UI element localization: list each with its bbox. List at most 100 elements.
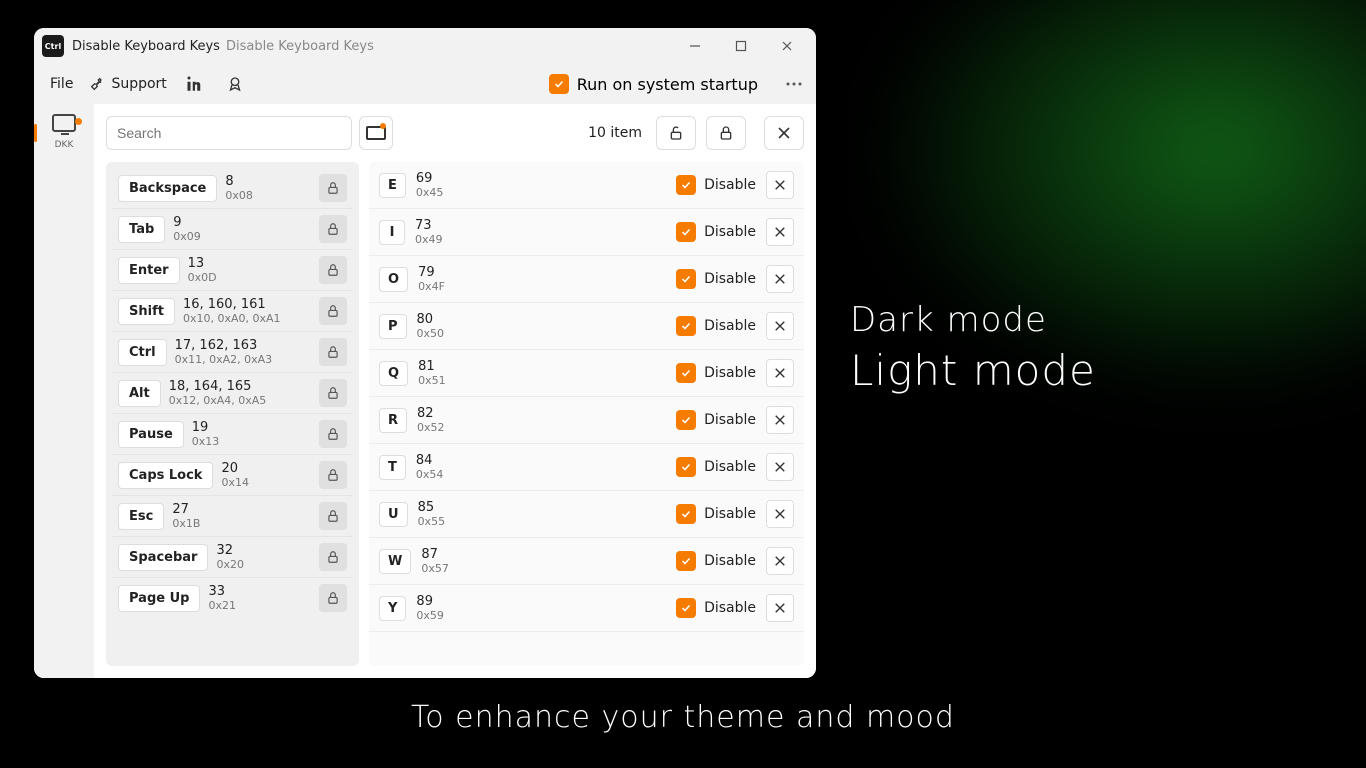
key-code: 89 <box>416 594 666 609</box>
application-window: Ctrl Disable Keyboard Keys Disable Keybo… <box>34 28 816 678</box>
disable-checkbox[interactable] <box>676 504 696 524</box>
minimize-button[interactable] <box>672 30 718 62</box>
app-icon: Ctrl <box>42 35 64 57</box>
more-menu[interactable] <box>782 72 806 96</box>
key-code: 82 <box>417 406 666 421</box>
remove-button[interactable] <box>766 594 794 622</box>
remove-button[interactable] <box>766 171 794 199</box>
remove-button[interactable] <box>766 265 794 293</box>
wrench-icon <box>89 76 105 92</box>
lock-key-button[interactable] <box>319 543 347 571</box>
key-row[interactable]: Pause190x13 <box>112 414 353 455</box>
key-row[interactable]: Enter130x0D <box>112 250 353 291</box>
disable-checkbox[interactable] <box>676 410 696 430</box>
close-icon <box>774 367 786 379</box>
disable-checkbox[interactable] <box>676 457 696 477</box>
maximize-button[interactable] <box>718 30 764 62</box>
lock-icon <box>326 345 340 359</box>
disable-checkbox[interactable] <box>676 222 696 242</box>
light-mode-text: Light mode <box>850 346 1096 395</box>
check-icon <box>553 78 565 90</box>
search-input[interactable] <box>106 116 352 150</box>
key-row[interactable]: Esc270x1B <box>112 496 353 537</box>
disable-checkbox[interactable] <box>676 269 696 289</box>
close-icon <box>774 226 786 238</box>
disabled-keys-list[interactable]: E690x45DisableI730x49DisableO790x4FDisab… <box>369 162 804 666</box>
disable-label: Disable <box>704 600 756 616</box>
file-menu[interactable]: File <box>50 76 73 92</box>
lock-key-button[interactable] <box>319 256 347 284</box>
lock-key-button[interactable] <box>319 502 347 530</box>
key-meta: 80x08 <box>225 174 311 202</box>
disable-label: Disable <box>704 365 756 381</box>
disable-checkbox[interactable] <box>676 316 696 336</box>
lock-key-button[interactable] <box>319 338 347 366</box>
disable-checkbox[interactable] <box>676 551 696 571</box>
key-row[interactable]: Ctrl17, 162, 1630x11, 0xA2, 0xA3 <box>112 332 353 373</box>
key-meta: 18, 164, 1650x12, 0xA4, 0xA5 <box>169 379 311 407</box>
lock-icon <box>326 591 340 605</box>
support-menu[interactable]: Support <box>89 76 166 92</box>
available-keys-list[interactable]: Backspace80x08Tab90x09Enter130x0DShift16… <box>106 162 359 666</box>
keyboard-settings-button[interactable] <box>359 116 393 150</box>
unlock-all-button[interactable] <box>656 116 696 150</box>
key-meta: 130x0D <box>188 256 311 284</box>
lock-key-button[interactable] <box>319 584 347 612</box>
key-row[interactable]: Caps Lock200x14 <box>112 455 353 496</box>
lock-all-button[interactable] <box>706 116 746 150</box>
startup-toggle[interactable]: Run on system startup <box>549 74 758 94</box>
rail-item-dkk[interactable]: DKK <box>36 110 92 154</box>
key-meta: 890x59 <box>416 594 666 622</box>
check-icon <box>680 273 692 285</box>
close-button[interactable] <box>764 30 810 62</box>
lock-key-button[interactable] <box>319 379 347 407</box>
remove-button[interactable] <box>766 547 794 575</box>
key-code: 69 <box>416 171 666 186</box>
startup-checkbox[interactable] <box>549 74 569 94</box>
key-hex: 0x1B <box>172 517 311 530</box>
key-row[interactable]: Alt18, 164, 1650x12, 0xA4, 0xA5 <box>112 373 353 414</box>
disabled-key-row: R820x52Disable <box>369 397 804 444</box>
remove-button[interactable] <box>766 359 794 387</box>
ellipsis-icon <box>786 82 802 86</box>
left-rail: DKK <box>34 104 94 678</box>
key-row[interactable]: Spacebar320x20 <box>112 537 353 578</box>
lock-key-button[interactable] <box>319 297 347 325</box>
key-row[interactable]: Shift16, 160, 1610x10, 0xA0, 0xA1 <box>112 291 353 332</box>
lock-key-button[interactable] <box>319 420 347 448</box>
lock-icon <box>326 550 340 564</box>
remove-button[interactable] <box>766 500 794 528</box>
key-meta: 16, 160, 1610x10, 0xA0, 0xA1 <box>183 297 311 325</box>
lock-key-button[interactable] <box>319 215 347 243</box>
key-name: I <box>379 220 405 245</box>
close-icon <box>774 461 786 473</box>
disable-label: Disable <box>704 459 756 475</box>
remove-button[interactable] <box>766 218 794 246</box>
key-hex: 0x13 <box>192 435 311 448</box>
disable-checkbox[interactable] <box>676 598 696 618</box>
key-meta: 90x09 <box>173 215 311 243</box>
rate-button[interactable] <box>223 72 247 96</box>
lock-key-button[interactable] <box>319 174 347 202</box>
remove-button[interactable] <box>766 453 794 481</box>
disable-checkbox[interactable] <box>676 175 696 195</box>
disabled-key-row: I730x49Disable <box>369 209 804 256</box>
close-icon <box>774 508 786 520</box>
lock-key-button[interactable] <box>319 461 347 489</box>
disabled-key-row: O790x4FDisable <box>369 256 804 303</box>
disabled-key-row: T 840x54 Disable <box>369 444 804 491</box>
remove-button[interactable] <box>766 406 794 434</box>
disable-checkbox[interactable] <box>676 363 696 383</box>
remove-button[interactable] <box>766 312 794 340</box>
key-name: R <box>379 408 407 433</box>
key-hex: 0x57 <box>421 562 666 575</box>
key-row[interactable]: Backspace80x08 <box>112 168 353 209</box>
key-row[interactable]: Page Up330x21 <box>112 578 353 618</box>
clear-button[interactable] <box>764 116 804 150</box>
linkedin-button[interactable] <box>183 72 207 96</box>
key-meta: 840x54 <box>416 453 666 481</box>
key-row[interactable]: Tab90x09 <box>112 209 353 250</box>
lock-icon <box>326 468 340 482</box>
lock-icon <box>326 263 340 277</box>
key-name: T <box>379 455 406 480</box>
